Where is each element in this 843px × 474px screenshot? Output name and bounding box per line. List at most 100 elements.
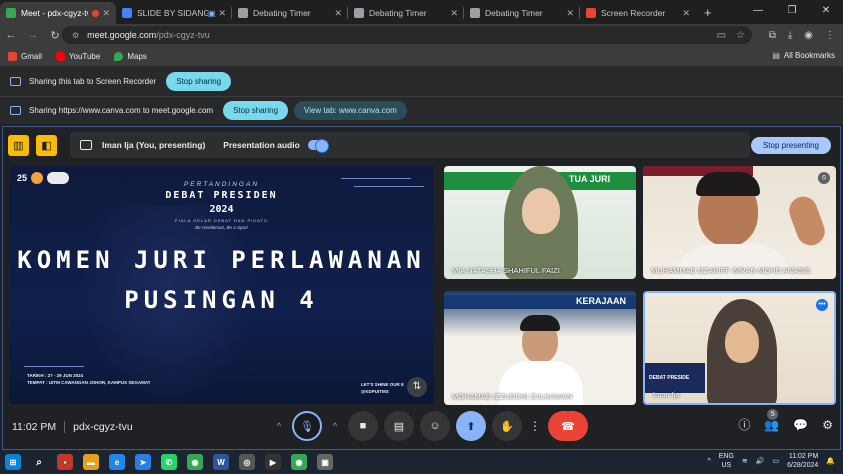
participant-tile[interactable]: ⦸ MUHAMMAD DZARIFF IMRAN MOHD ANASID <box>643 166 836 279</box>
emoji-button[interactable]: ☺ <box>420 411 450 441</box>
meeting-info-icon[interactable]: ⓘ <box>738 416 750 433</box>
camera-button[interactable]: ■ <box>348 411 378 441</box>
folder-icon: ▤ <box>772 51 780 60</box>
close-tab-icon[interactable]: ✕ <box>102 8 110 19</box>
battery-icon[interactable]: ▭ <box>773 457 780 465</box>
camera-icon[interactable]: ◎ <box>239 454 255 470</box>
hair-shape <box>520 315 560 331</box>
download-icon[interactable]: ⤓ <box>788 30 792 41</box>
meet-stage: ▥ ◧ Iman Ija (You, presenting) Presentat… <box>2 126 841 450</box>
menu-icon[interactable]: ⋮ <box>825 30 835 41</box>
face-shape <box>522 188 560 234</box>
back-icon[interactable]: ← <box>0 29 22 41</box>
clock-time: 11:02 PM <box>788 453 819 460</box>
tray-overflow-icon[interactable]: ^ <box>707 458 710 465</box>
media-player-icon[interactable]: ▶ <box>265 454 281 470</box>
bookmark-maps[interactable]: Maps <box>114 51 147 61</box>
forward-icon[interactable]: → <box>22 29 44 41</box>
video-options-icon[interactable]: ^ <box>328 411 342 441</box>
leave-call-button[interactable]: ☎ <box>548 411 588 441</box>
bookmark-gmail[interactable]: Gmail <box>8 51 42 61</box>
participant-tile-self[interactable]: DEBAT PRESIDE ••• Iman Ija <box>643 291 836 405</box>
close-window-icon[interactable]: ✕ <box>809 0 843 24</box>
clock-date: 6/28/2024 <box>787 462 819 469</box>
whatsapp-icon[interactable]: ✆ <box>161 454 177 470</box>
bookmark-youtube[interactable]: YouTube <box>55 51 100 61</box>
site-info-icon[interactable]: ⚙ <box>72 31 79 40</box>
raise-hand-button[interactable]: ✋ <box>492 411 522 441</box>
tab-slide[interactable]: SLIDE BY SIDANG - Pr ▣ ✕ <box>116 2 232 24</box>
address-bar[interactable]: ⚙ meet.google.com /pdx-cgyz-tvu <box>62 26 752 44</box>
windows-start-icon[interactable]: ⊞ <box>5 454 21 470</box>
restore-icon[interactable]: ❐ <box>775 0 809 24</box>
microphone-button[interactable]: 🎙 <box>292 411 322 441</box>
tab-timer-2[interactable]: Debating Timer ✕ <box>348 2 464 24</box>
telegram-icon[interactable]: ➤ <box>135 454 151 470</box>
layout-icon[interactable]: ▥ <box>8 134 29 156</box>
minimize-icon[interactable]: — <box>741 0 775 24</box>
slide-date: TARIKH : 27 - 29 JUN 2024 <box>27 373 84 378</box>
clock[interactable]: 11:02 PM 6/28/2024 <box>787 452 818 470</box>
bookmark-label: Gmail <box>21 51 42 61</box>
captions-button[interactable]: ▤ <box>384 411 414 441</box>
close-tab-icon[interactable]: ✕ <box>218 8 226 19</box>
screen-share-icon <box>10 76 21 86</box>
participant-tile[interactable]: KERAJAAN MOHAMAD IZZUDDIN ZULKANAIN <box>444 291 636 405</box>
gmail-icon <box>8 51 17 61</box>
audio-options-icon[interactable]: ^ <box>272 411 286 441</box>
view-tab-button[interactable]: View tab: www.canva.com <box>294 101 407 120</box>
slide-venue: TEMPAT : UITM CAWANGAN JOHOR, KAMPUS SEG… <box>27 380 151 385</box>
close-tab-icon[interactable]: ✕ <box>566 8 574 19</box>
participant-name: Iman Ija <box>653 390 680 399</box>
language-indicator[interactable]: ENG US <box>719 452 734 470</box>
tab-screen-recorder[interactable]: Screen Recorder ✕ <box>580 2 696 24</box>
camera-indicator-icon[interactable]: ▭ <box>717 30 726 41</box>
wifi-icon[interactable]: ≋ <box>742 457 748 465</box>
decor-line <box>341 178 411 179</box>
edge-icon[interactable]: e <box>109 454 125 470</box>
all-bookmarks[interactable]: ▤ All Bookmarks <box>772 51 835 60</box>
stop-sharing-button[interactable]: Stop sharing <box>166 71 232 91</box>
stop-presenting-button[interactable]: Stop presenting <box>750 137 831 154</box>
close-tab-icon[interactable]: ✕ <box>682 8 690 19</box>
tab-title: Debating Timer <box>485 8 543 18</box>
cast-icon: ▣ <box>207 8 216 18</box>
word-icon[interactable]: W <box>213 454 229 470</box>
tab-timer-1[interactable]: Debating Timer ✕ <box>232 2 348 24</box>
screen-recorder-icon[interactable]: ▣ <box>317 454 333 470</box>
tab-timer-3[interactable]: Debating Timer ✕ <box>464 2 580 24</box>
bookmark-star-icon[interactable]: ☆ <box>736 30 745 41</box>
taskbar: ⊞ ⌕ ▪ ▬ e ➤ ✆ ◉ W ◎ ▶ ◉ ▣ ^ ENG US ≋ 🔊 ▭… <box>0 450 843 474</box>
participant-name: MIA NATASHA SHAHIFUL FAIZI <box>452 266 560 275</box>
screen-share-icon <box>10 106 21 115</box>
extensions-icon[interactable]: ⧉ <box>769 30 776 41</box>
tab-meet[interactable]: Meet - pdx-cgyz-tvu ✕ <box>0 2 116 24</box>
tab-title: Debating Timer <box>369 8 427 18</box>
notification-icon[interactable]: 🔔 <box>826 457 835 465</box>
toolbar: ← → ↻ ⚙ meet.google.com /pdx-cgyz-tvu ▭ … <box>0 24 843 46</box>
participant-tile[interactable]: TUA JURI MIA NATASHA SHAHIFUL FAIZI <box>444 166 636 279</box>
close-tab-icon[interactable]: ✕ <box>334 8 342 19</box>
close-tab-icon[interactable]: ✕ <box>450 8 458 19</box>
present-button[interactable]: ⬆ <box>456 411 486 441</box>
people-button[interactable]: 5 👥 <box>764 408 779 432</box>
swap-layout-icon[interactable]: ⇅ <box>407 377 427 397</box>
profile-icon[interactable]: ◉ <box>804 30 813 41</box>
new-tab-button[interactable]: + <box>704 2 712 24</box>
chat-icon[interactable]: 💬 <box>793 418 808 432</box>
search-icon[interactable]: ⌕ <box>31 454 47 470</box>
call-controls: ^ 🎙 ^ ■ ▤ ☺ ⬆ ✋ ⋮ ☎ <box>272 411 588 441</box>
pip-icon[interactable]: ◧ <box>36 134 57 156</box>
activities-icon[interactable]: ⚙ <box>822 418 833 432</box>
maps-icon <box>114 51 124 61</box>
chrome-icon[interactable]: ◉ <box>187 454 203 470</box>
people-count-badge: 5 <box>767 408 779 420</box>
stop-sharing-button[interactable]: Stop sharing <box>223 101 289 120</box>
widgets-icon[interactable]: ▪ <box>57 454 73 470</box>
file-explorer-icon[interactable]: ▬ <box>83 454 99 470</box>
chrome-icon[interactable]: ◉ <box>291 454 307 470</box>
presentation-audio-toggle[interactable] <box>307 139 329 153</box>
volume-icon[interactable]: 🔊 <box>756 457 765 465</box>
more-options-icon[interactable]: ⋮ <box>528 411 542 441</box>
sharing-text: Sharing https://www.canva.com to meet.go… <box>29 106 214 115</box>
